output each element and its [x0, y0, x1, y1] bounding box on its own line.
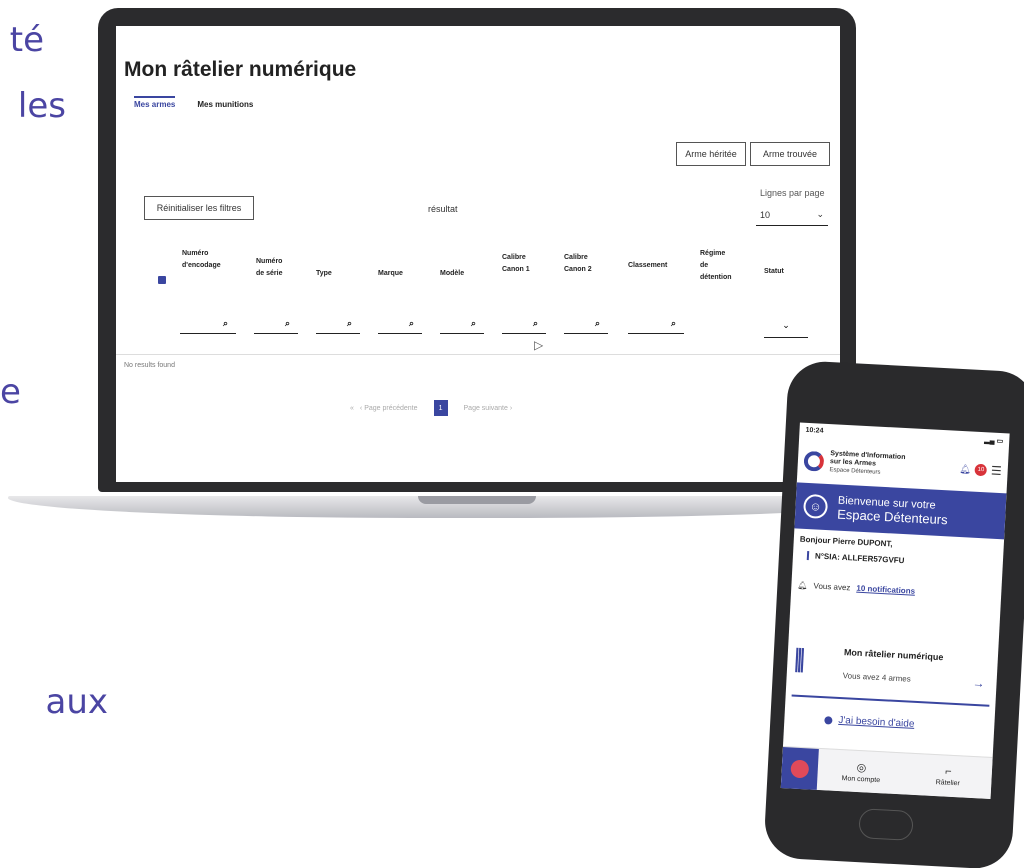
column-header[interactable]: Marque: [378, 268, 403, 280]
chevron-down-icon: ⌄: [782, 320, 790, 330]
search-icon: ⌕: [532, 318, 538, 328]
tab-mes-armes[interactable]: Mes armes: [134, 96, 176, 115]
prev-page-link[interactable]: ‹ Page précédente: [360, 405, 418, 412]
no-results-text: No results found: [124, 362, 175, 369]
card-subtitle: Vous avez 4 armes: [842, 671, 911, 684]
smiley-icon: ☺: [802, 493, 829, 520]
card-title: Mon râtelier numérique: [843, 647, 944, 663]
help-dot-icon: [824, 715, 833, 725]
phone-home-button[interactable]: [858, 808, 914, 841]
column-header[interactable]: Classement: [628, 260, 667, 272]
notification-badge: 10: [974, 463, 988, 477]
filter-search-input[interactable]: ⌕: [254, 316, 298, 334]
app-logo-icon: [803, 450, 825, 472]
ratelier-card[interactable]: ||| Mon râtelier numérique Vous avez 4 a…: [791, 638, 993, 707]
reset-filters-button[interactable]: Réinitialiser les filtres: [144, 196, 254, 220]
search-icon: ⌕: [346, 318, 352, 328]
lines-per-page-label: Lignes par page: [760, 188, 825, 198]
select-all-checkbox[interactable]: [158, 276, 166, 284]
welcome-text: Bienvenue sur votre Espace Détenteurs: [836, 494, 949, 528]
laptop-screen: Mon râtelier numérique Mes armes Mes mun…: [116, 26, 840, 482]
chevron-down-icon: ⌄: [816, 209, 824, 219]
slide-text-fragment: té: [9, 20, 44, 60]
nav-home[interactable]: [780, 746, 819, 791]
search-icon: ⌕: [408, 318, 414, 328]
home-icon: [790, 759, 810, 778]
notifications-button[interactable]: 🔔︎ 10 ☰: [959, 462, 1002, 478]
app-name: Système d'Information sur les Armes Espa…: [829, 450, 906, 476]
search-icon: ⌕: [594, 318, 600, 328]
column-header[interactable]: Régime de détention: [700, 248, 732, 284]
pistol-icon: ⌐: [944, 765, 952, 778]
slide-text-fragment: aux: [45, 682, 108, 722]
divider: [116, 354, 840, 355]
laptop-notch: [418, 496, 536, 504]
column-header[interactable]: Calibre Canon 1: [502, 252, 530, 276]
column-header[interactable]: Calibre Canon 2: [564, 252, 592, 276]
column-header[interactable]: Numéro d'encodage: [182, 248, 221, 272]
search-icon: ⌕: [222, 318, 228, 328]
page-title: Mon râtelier numérique: [124, 58, 357, 81]
menu-icon[interactable]: ☰: [991, 464, 1002, 479]
nav-ratelier[interactable]: ⌐ Râtelier: [904, 763, 992, 789]
next-page-link[interactable]: Page suivante ›: [464, 405, 513, 412]
arrow-right-icon: →: [972, 675, 985, 691]
bottom-nav: ◎ Mon compte ⌐ Râtelier: [780, 746, 993, 799]
filter-search-input[interactable]: ⌕: [628, 316, 684, 334]
greeting: Bonjour Pierre DUPONT,: [799, 534, 893, 549]
pagination: « ‹ Page précédente 1 Page suivante ›: [350, 400, 512, 416]
phone-frame: 10:24 ▂▄ ▭ Système d'Information sur les…: [763, 359, 1024, 868]
result-count: résultat: [428, 204, 458, 214]
current-page[interactable]: 1: [433, 400, 448, 416]
column-header[interactable]: Numéro de série: [256, 256, 282, 280]
notifications-summary: 🔔︎ Vous avez 10 notifications: [797, 580, 916, 596]
search-icon: ⌕: [470, 318, 476, 328]
bell-icon: 🔔︎: [797, 580, 808, 591]
slide-page: té les e aux Mon râtelier numérique Mes …: [0, 0, 1024, 868]
filter-search-input[interactable]: ⌕: [440, 316, 484, 334]
account-icon: ◎: [856, 761, 867, 774]
tab-bar: Mes armes Mes munitions: [134, 96, 253, 115]
column-header[interactable]: Type: [316, 268, 332, 280]
column-header[interactable]: Modèle: [440, 268, 464, 280]
mouse-cursor-icon: ▷: [534, 338, 544, 352]
slide-text-fragment: e: [0, 372, 20, 412]
tab-mes-munitions[interactable]: Mes munitions: [197, 100, 253, 115]
filter-search-input[interactable]: ⌕: [502, 316, 546, 334]
welcome-banner: ☺ Bienvenue sur votre Espace Détenteurs: [794, 482, 1007, 540]
status-filter-select[interactable]: ⌄: [764, 320, 808, 338]
phone-screen: 10:24 ▂▄ ▭ Système d'Information sur les…: [780, 422, 1010, 799]
help-link[interactable]: J'ai besoin d'aide: [824, 714, 915, 730]
filter-search-input[interactable]: ⌕: [378, 316, 422, 334]
signal-battery-icon: ▂▄ ▭: [984, 437, 1004, 446]
search-icon: ⌕: [670, 318, 676, 328]
gun-rack-icon: |||: [792, 642, 803, 673]
filter-search-input[interactable]: ⌕: [180, 316, 236, 334]
filter-search-input[interactable]: ⌕: [316, 316, 360, 334]
search-icon: ⌕: [284, 318, 290, 328]
sia-number: N°SIA: ALLFER57GVFU: [806, 551, 905, 566]
slide-text-fragment: les: [17, 86, 66, 126]
clock: 10:24: [805, 426, 824, 435]
lines-per-page-select[interactable]: 10 ⌄: [756, 204, 828, 226]
bell-icon: 🔔︎: [959, 463, 972, 475]
column-header[interactable]: Statut: [764, 266, 784, 278]
arme-trouvee-button[interactable]: Arme trouvée: [750, 142, 830, 166]
lines-per-page-value: 10: [760, 209, 771, 220]
nav-mon-compte[interactable]: ◎ Mon compte: [817, 758, 905, 785]
filter-search-input[interactable]: ⌕: [564, 316, 608, 334]
notifications-link[interactable]: 10 notifications: [856, 584, 915, 596]
first-page-icon[interactable]: «: [350, 405, 354, 412]
arme-heritee-button[interactable]: Arme héritée: [676, 142, 746, 166]
